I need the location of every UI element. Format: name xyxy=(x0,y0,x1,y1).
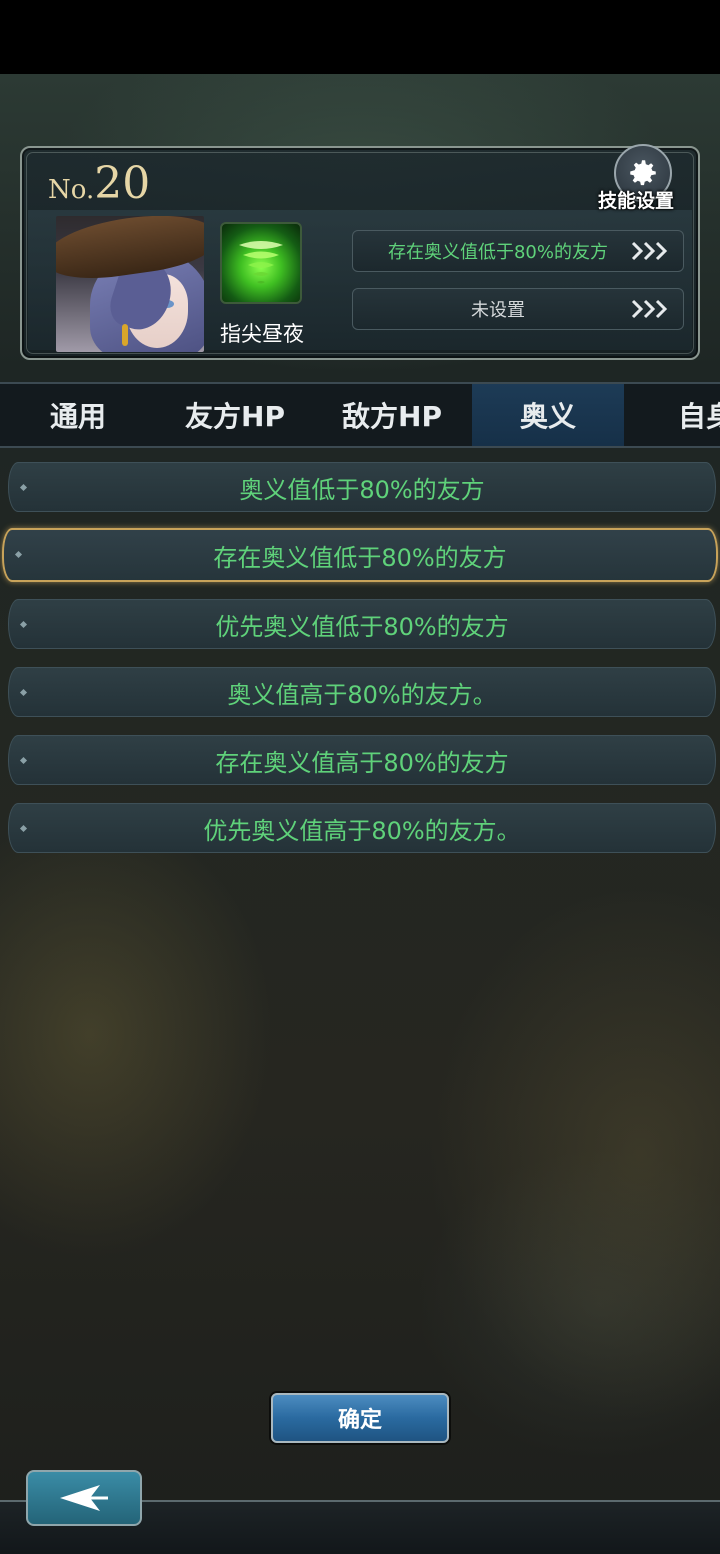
tornado-graphic xyxy=(239,241,283,284)
back-button[interactable] xyxy=(26,1470,142,1526)
option-label: 存在奥义值高于80%的友方 xyxy=(215,748,509,777)
tab-enemy-hp[interactable]: 敌方HP xyxy=(314,384,470,446)
condition-tabs: 通用 友方HP 敌方HP 奥义 自身 xyxy=(0,382,720,448)
condition-slot-1[interactable]: 存在奥义值低于80%的友方 xyxy=(352,230,684,272)
triple-chevron-right-icon xyxy=(631,299,668,319)
back-arrow-icon xyxy=(60,1485,108,1511)
option-label: 奥义值低于80%的友方 xyxy=(239,475,485,504)
condition-slot-2-label: 未设置 xyxy=(471,300,525,321)
confirm-button[interactable]: 确定 xyxy=(271,1393,449,1443)
gear-icon xyxy=(630,160,656,186)
skill-card: No.20 指尖昼夜 存在奥义值低于80%的友方 未设置 技能设置 xyxy=(20,144,700,360)
condition-slot-2[interactable]: 未设置 xyxy=(352,288,684,330)
option-item[interactable]: 奥义值高于80%的友方。 xyxy=(8,667,716,717)
character-portrait[interactable] xyxy=(56,216,204,352)
portrait-earring xyxy=(122,324,128,346)
status-bar xyxy=(0,0,720,74)
tab-general[interactable]: 通用 xyxy=(0,384,156,446)
tab-ultimate[interactable]: 奥义 xyxy=(472,384,624,446)
option-label: 奥义值高于80%的友方。 xyxy=(227,680,497,709)
option-label: 优先奥义值高于80%的友方。 xyxy=(203,816,521,845)
skill-name: 指尖昼夜 xyxy=(220,322,304,346)
option-label: 优先奥义值低于80%的友方 xyxy=(215,612,509,641)
condition-slot-1-label: 存在奥义值低于80%的友方 xyxy=(387,242,608,263)
option-item[interactable]: 存在奥义值高于80%的友方 xyxy=(8,735,716,785)
tab-self[interactable]: 自身 xyxy=(626,384,720,446)
slot-number-value: 20 xyxy=(94,158,151,209)
slot-number: No.20 xyxy=(48,158,150,209)
option-item[interactable]: 优先奥义值高于80%的友方。 xyxy=(8,803,716,853)
option-item[interactable]: 优先奥义值低于80%的友方 xyxy=(8,599,716,649)
option-label: 存在奥义值低于80%的友方 xyxy=(213,543,507,572)
tab-ally-hp[interactable]: 友方HP xyxy=(158,384,312,446)
option-item[interactable]: 奥义值低于80%的友方 xyxy=(8,462,716,512)
green-tornado-icon[interactable] xyxy=(220,222,302,304)
skill-settings-label: 技能设置 xyxy=(598,190,675,212)
option-item-selected[interactable]: 存在奥义值低于80%的友方 xyxy=(2,528,718,582)
slot-number-prefix: No. xyxy=(48,175,95,205)
triple-chevron-right-icon xyxy=(631,241,668,261)
